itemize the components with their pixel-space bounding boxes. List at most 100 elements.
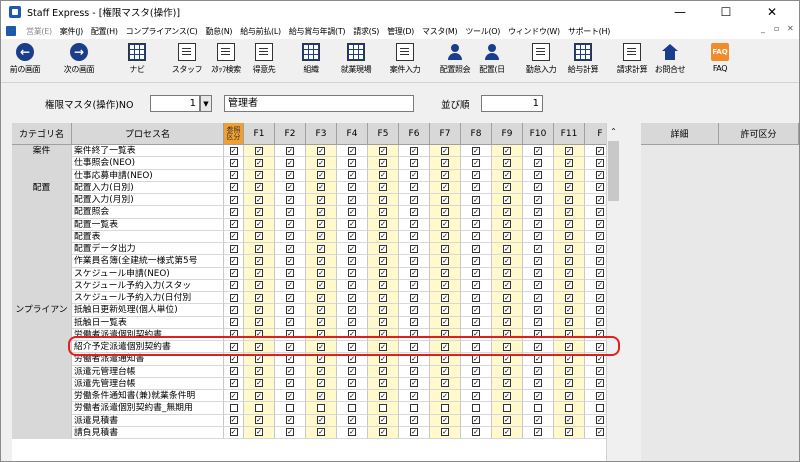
checkbox-cell[interactable]: ✓ <box>224 267 244 280</box>
checkbox-checked[interactable]: ✓ <box>565 146 573 155</box>
checkbox-cell[interactable]: ✓ <box>244 365 275 378</box>
checkbox-cell[interactable]: ✓ <box>492 365 523 378</box>
checkbox-checked[interactable]: ✓ <box>255 379 263 388</box>
checkbox-checked[interactable]: ✓ <box>379 195 387 204</box>
checkbox-cell[interactable]: ✓ <box>430 390 461 403</box>
checkbox-cell[interactable]: ✓ <box>492 292 523 305</box>
checkbox-cell[interactable]: ✓ <box>275 316 306 329</box>
checkbox-cell[interactable]: ✓ <box>244 390 275 403</box>
checkbox-cell[interactable]: ✓ <box>492 255 523 268</box>
checkbox-cell[interactable]: ✓ <box>461 181 492 194</box>
checkbox-cell[interactable]: ✓ <box>275 206 306 219</box>
checkbox-checked[interactable]: ✓ <box>534 342 542 351</box>
checkbox-checked[interactable]: ✓ <box>379 281 387 290</box>
checkbox-cell[interactable]: ✓ <box>399 414 430 427</box>
checkbox-checked[interactable]: ✓ <box>229 354 238 363</box>
checkbox-checked[interactable]: ✓ <box>348 293 356 302</box>
checkbox-checked[interactable]: ✓ <box>229 158 238 167</box>
checkbox-checked[interactable]: ✓ <box>286 281 294 290</box>
checkbox-cell[interactable]: ✓ <box>244 267 275 280</box>
checkbox-checked[interactable]: ✓ <box>286 379 294 388</box>
checkbox-cell[interactable]: ✓ <box>399 267 430 280</box>
checkbox-cell[interactable]: ✓ <box>461 292 492 305</box>
checkbox-cell[interactable]: ✓ <box>523 267 554 280</box>
checkbox-cell[interactable]: ✓ <box>368 218 399 231</box>
menu-item[interactable]: ツール(O) <box>461 26 504 37</box>
checkbox-checked[interactable]: ✓ <box>286 318 294 327</box>
checkbox-checked[interactable]: ✓ <box>410 244 418 253</box>
checkbox-checked[interactable]: ✓ <box>565 416 573 425</box>
checkbox-checked[interactable]: ✓ <box>441 244 449 253</box>
checkbox-cell[interactable]: ✓ <box>368 316 399 329</box>
checkbox-checked[interactable]: ✓ <box>596 195 604 204</box>
checkbox-checked[interactable]: ✓ <box>286 232 294 241</box>
checkbox-checked[interactable]: ✓ <box>348 269 356 278</box>
checkbox-checked[interactable]: ✓ <box>596 256 604 265</box>
checkbox-checked[interactable]: ✓ <box>534 391 542 400</box>
checkbox-checked[interactable]: ✓ <box>596 305 604 314</box>
checkbox-cell[interactable]: ✓ <box>554 169 585 182</box>
checkbox-cell[interactable]: ✓ <box>523 390 554 403</box>
checkbox-cell[interactable]: ✓ <box>492 316 523 329</box>
checkbox-unchecked[interactable] <box>503 403 511 412</box>
checkbox-cell[interactable]: ✓ <box>399 377 430 390</box>
checkbox-checked[interactable]: ✓ <box>348 183 356 192</box>
checkbox-cell[interactable]: ✓ <box>492 206 523 219</box>
checkbox-cell[interactable]: ✓ <box>275 377 306 390</box>
checkbox-cell[interactable]: ✓ <box>554 377 585 390</box>
checkbox-checked[interactable]: ✓ <box>472 195 480 204</box>
checkbox-unchecked[interactable] <box>229 403 238 412</box>
checkbox-checked[interactable]: ✓ <box>255 244 263 253</box>
checkbox-checked[interactable]: ✓ <box>255 305 263 314</box>
checkbox-cell[interactable]: ✓ <box>224 230 244 243</box>
checkbox-cell[interactable]: ✓ <box>492 230 523 243</box>
checkbox-cell[interactable]: ✓ <box>461 206 492 219</box>
checkbox-checked[interactable]: ✓ <box>534 330 542 339</box>
checkbox-checked[interactable]: ✓ <box>317 244 325 253</box>
checkbox-cell[interactable]: ✓ <box>554 181 585 194</box>
checkbox-cell[interactable]: ✓ <box>368 377 399 390</box>
menu-item[interactable]: ウィンドウ(W) <box>504 26 564 37</box>
checkbox-checked[interactable]: ✓ <box>441 195 449 204</box>
checkbox-checked[interactable]: ✓ <box>317 256 325 265</box>
checkbox-cell[interactable] <box>554 402 585 415</box>
checkbox-unchecked[interactable] <box>534 403 542 412</box>
checkbox-checked[interactable]: ✓ <box>410 232 418 241</box>
checkbox-checked[interactable]: ✓ <box>348 195 356 204</box>
checkbox-cell[interactable]: ✓ <box>399 181 430 194</box>
checkbox-unchecked[interactable] <box>379 403 387 412</box>
checkbox-cell[interactable]: ✓ <box>554 365 585 378</box>
checkbox-cell[interactable]: ✓ <box>399 255 430 268</box>
checkbox-unchecked[interactable] <box>472 403 480 412</box>
checkbox-checked[interactable]: ✓ <box>286 342 294 351</box>
checkbox-cell[interactable]: ✓ <box>430 230 461 243</box>
checkbox-checked[interactable]: ✓ <box>534 146 542 155</box>
checkbox-cell[interactable] <box>275 402 306 415</box>
menu-item[interactable]: 配置(H) <box>87 26 122 37</box>
toolbar-button[interactable]: お問合せ <box>651 41 689 81</box>
checkbox-checked[interactable]: ✓ <box>255 318 263 327</box>
checkbox-cell[interactable]: ✓ <box>554 353 585 366</box>
checkbox-checked[interactable]: ✓ <box>348 367 356 376</box>
checkbox-checked[interactable]: ✓ <box>317 354 325 363</box>
checkbox-cell[interactable]: ✓ <box>430 267 461 280</box>
checkbox-cell[interactable]: ✓ <box>224 292 244 305</box>
checkbox-cell[interactable]: ✓ <box>244 328 275 341</box>
checkbox-cell[interactable]: ✓ <box>306 218 337 231</box>
checkbox-checked[interactable]: ✓ <box>534 281 542 290</box>
checkbox-cell[interactable]: ✓ <box>275 194 306 207</box>
mdi-control-button[interactable]: ▫ <box>774 24 779 33</box>
checkbox-cell[interactable]: ✓ <box>523 365 554 378</box>
checkbox-cell[interactable]: ✓ <box>461 279 492 292</box>
checkbox-cell[interactable]: ✓ <box>224 341 244 354</box>
checkbox-checked[interactable]: ✓ <box>255 269 263 278</box>
checkbox-cell[interactable]: ✓ <box>461 426 492 439</box>
checkbox-cell[interactable]: ✓ <box>337 194 368 207</box>
checkbox-checked[interactable]: ✓ <box>410 318 418 327</box>
checkbox-checked[interactable]: ✓ <box>410 379 418 388</box>
checkbox-cell[interactable]: ✓ <box>306 181 337 194</box>
checkbox-cell[interactable]: ✓ <box>554 255 585 268</box>
checkbox-checked[interactable]: ✓ <box>348 379 356 388</box>
maximize-button[interactable]: ☐ <box>703 1 749 23</box>
checkbox-cell[interactable] <box>430 402 461 415</box>
